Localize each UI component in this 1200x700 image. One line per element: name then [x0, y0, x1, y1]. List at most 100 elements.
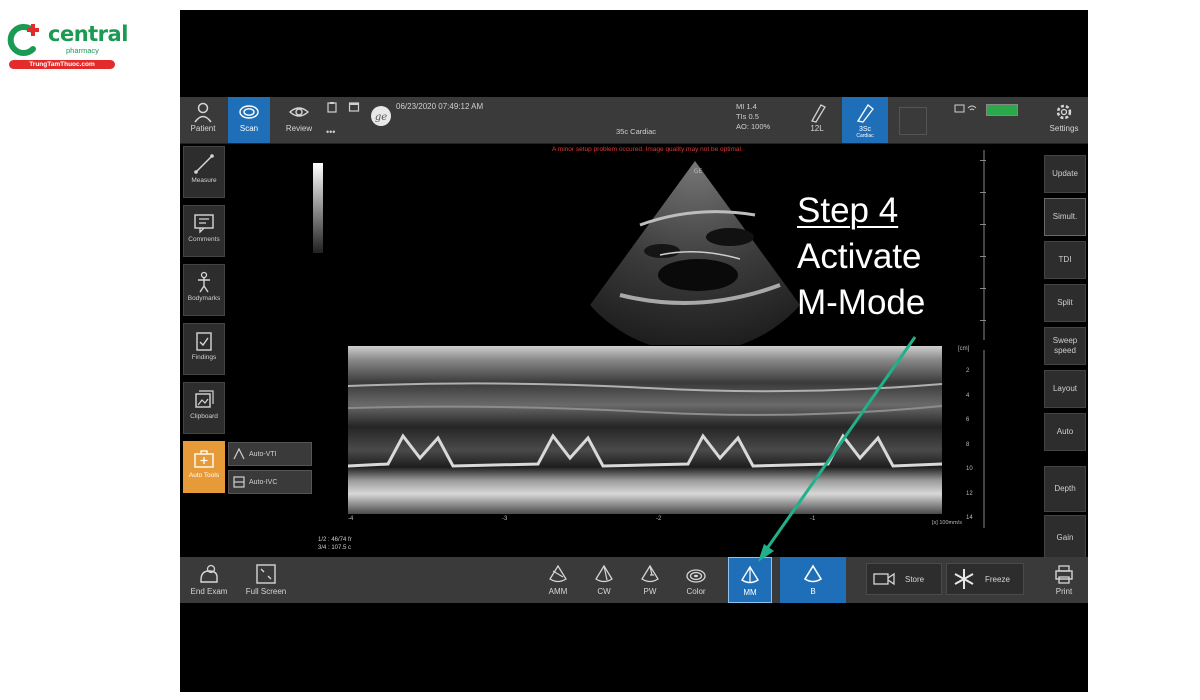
image-stack-icon: [195, 390, 214, 408]
color-label: Color: [686, 587, 706, 596]
mm-icon: [741, 565, 759, 584]
measure-label: Measure: [191, 177, 217, 184]
layout-label: Layout: [1052, 384, 1078, 393]
cw-label: CW: [597, 587, 611, 596]
amm-mode-button[interactable]: AMM: [538, 557, 578, 603]
depth-ruler: [983, 150, 985, 528]
toolbox-icon: [194, 450, 214, 468]
logo-mark-icon: [7, 23, 39, 56]
depth-tick-label: 2: [966, 368, 970, 374]
depth-unit: [cm]: [958, 346, 970, 352]
depth-tick-label: 8: [966, 441, 970, 448]
freeze-button[interactable]: Freeze: [946, 563, 1024, 595]
full-screen-button[interactable]: Full Screen: [238, 557, 294, 603]
patient-icon: [194, 102, 212, 123]
end-exam-icon: [200, 564, 218, 583]
end-exam-button[interactable]: End Exam: [182, 557, 236, 603]
update-label: Update: [1052, 169, 1078, 178]
auto-vti-button[interactable]: Auto-VTI: [228, 442, 312, 466]
probe-12l-label: 12L: [810, 124, 824, 133]
simult-button[interactable]: Simult.: [1044, 198, 1086, 236]
b-mode-sector-image: GE: [590, 161, 800, 345]
m-mode-trace: [348, 346, 942, 514]
scan-button[interactable]: Scan: [228, 97, 270, 143]
color-icon: [686, 569, 706, 583]
amm-icon: [549, 564, 567, 583]
sector-ruler-tick: [980, 160, 986, 161]
step-annotation: Step 4 Activate M-Mode: [797, 188, 925, 326]
review-button[interactable]: Review: [278, 97, 320, 143]
update-button[interactable]: Update: [1044, 155, 1086, 193]
time-tick-label: -4: [348, 516, 354, 522]
pw-mode-button[interactable]: PW: [630, 557, 670, 603]
mm-label: MM: [743, 588, 757, 597]
probe-3sc-button[interactable]: 3Sc Cardiac: [842, 97, 888, 143]
findings-button[interactable]: Findings: [183, 323, 225, 375]
comments-button[interactable]: Comments: [183, 205, 225, 257]
store-label: Store: [905, 574, 925, 584]
tdi-button[interactable]: TDI: [1044, 241, 1086, 279]
clipboard-icon[interactable]: [326, 101, 338, 113]
time-unit: [s] 100mm/s: [932, 520, 962, 526]
freeze-label: Freeze: [985, 574, 1010, 584]
mi-value: MI 1.4: [736, 102, 757, 111]
central-pharmacy-logo: central pharmacy TrungTamThuoc.com: [6, 20, 128, 72]
measure-button[interactable]: Measure: [183, 146, 225, 198]
split-label: Split: [1057, 298, 1073, 307]
datetime: 06/23/2020 07:49:12 AM: [396, 102, 484, 111]
patient-button[interactable]: Patient: [182, 97, 224, 143]
depth-tick-label: 12: [966, 490, 973, 497]
depth-tick-label: 14: [966, 515, 973, 521]
probe-12l-button[interactable]: 12L: [796, 97, 838, 143]
sector-ruler-tick: [980, 192, 986, 193]
depth-button[interactable]: Depth: [1044, 466, 1086, 512]
eye-icon: [288, 107, 310, 117]
auto-ivc-button[interactable]: Auto-IVC: [228, 470, 312, 494]
settings-button[interactable]: Settings: [1042, 97, 1086, 143]
sweep-speed-button[interactable]: Sweep speed: [1044, 327, 1086, 365]
gain-button[interactable]: Gain: [1044, 515, 1086, 561]
clipboard-button[interactable]: Clipboard: [183, 382, 225, 434]
battery-icon: [986, 104, 1018, 116]
sector-ruler-tick: [980, 320, 986, 321]
bodymarks-button[interactable]: Bodymarks: [183, 264, 225, 316]
mm-mode-button[interactable]: MM: [728, 557, 772, 603]
auto-tools-button[interactable]: Auto Tools: [183, 441, 225, 493]
store-button[interactable]: Store: [866, 563, 942, 595]
probe-3sc-label: 3Sc: [858, 126, 872, 133]
time-tick-label: -2: [656, 516, 662, 522]
logo-sub: pharmacy: [66, 46, 99, 55]
body-icon: [198, 271, 210, 293]
auto-button[interactable]: Auto: [1044, 413, 1086, 451]
logo-name: central: [48, 22, 128, 46]
scan-icon: [239, 105, 259, 119]
ultrasound-screen: Patient Scan Review ••• ge 06/23/2020 07…: [180, 10, 1088, 692]
step-mode: M-Mode: [797, 283, 926, 322]
layout-button[interactable]: Layout: [1044, 370, 1086, 408]
amm-label: AMM: [548, 587, 568, 596]
sector-ruler-tick: [980, 288, 986, 289]
cw-mode-button[interactable]: CW: [584, 557, 624, 603]
b-mode-button[interactable]: B: [780, 557, 846, 603]
scan-label: Scan: [239, 124, 259, 133]
bottom-toolbar: End Exam Full Screen AMM CW PW Color MM …: [180, 557, 1088, 603]
clipboard-label: Clipboard: [190, 413, 218, 420]
time-tick-label: -1: [810, 516, 816, 522]
settings-label: Settings: [1049, 124, 1079, 133]
print-button[interactable]: Print: [1042, 557, 1086, 603]
probe-empty-slot[interactable]: [892, 97, 934, 143]
color-mode-button[interactable]: Color: [676, 557, 716, 603]
split-button[interactable]: Split: [1044, 284, 1086, 322]
video-camera-icon: [873, 572, 895, 586]
more-button[interactable]: •••: [326, 127, 335, 137]
tdi-label: TDI: [1058, 255, 1072, 264]
snowflake-icon: [954, 569, 974, 589]
warning-message: A minor setup problem occured. Image qua…: [552, 146, 743, 153]
depth-tick-label: 6: [966, 417, 970, 423]
sweep-speed-label: Sweep speed: [1052, 336, 1078, 355]
svg-text:ge: ge: [375, 112, 387, 123]
window-icon[interactable]: [348, 101, 360, 113]
top-toolbar: Patient Scan Review ••• ge 06/23/2020 07…: [180, 97, 1088, 144]
gain-label: Gain: [1056, 533, 1074, 542]
sector-ruler-tick: [980, 256, 986, 257]
